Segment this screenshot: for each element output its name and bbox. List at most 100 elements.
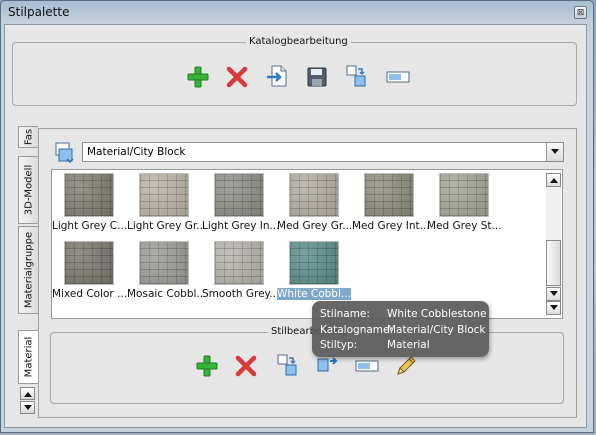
- style-info-tooltip: Stilname: White Cobblestone Katalogname:M…: [312, 301, 489, 357]
- tooltip-key: Katalogname:: [320, 324, 394, 336]
- tab-3d-model[interactable]: 3D-Modell: [18, 156, 38, 224]
- catalog-import-button[interactable]: [264, 63, 290, 89]
- add-icon: [187, 66, 209, 88]
- material-item-label: Med Grey Int...: [352, 220, 428, 232]
- tooltip-value: White Cobblestone: [387, 308, 487, 320]
- grid-scroll-thumb[interactable]: [546, 240, 561, 286]
- tooltip-row-stiltyp: Stiltyp: Material: [320, 339, 430, 351]
- material-item[interactable]: Smooth Grey...: [202, 241, 278, 307]
- style-add-button[interactable]: [194, 353, 220, 379]
- rename-icon: [355, 355, 379, 377]
- close-button[interactable]: ⊠: [574, 6, 587, 19]
- material-swatch: [289, 241, 339, 285]
- style-copy-button[interactable]: [274, 352, 300, 378]
- tab-fas-label: Fas: [23, 128, 34, 146]
- material-swatch: [364, 173, 414, 217]
- delete-icon: [235, 355, 257, 377]
- add-icon: [196, 355, 218, 377]
- material-item-label-text: White Cobbl...: [277, 288, 351, 300]
- tab-scroll-down-button[interactable]: [20, 401, 35, 414]
- catalog-rename-button[interactable]: [385, 64, 411, 90]
- catalog-edit-group: [12, 42, 577, 106]
- material-item[interactable]: Mixed Color ...: [52, 241, 127, 307]
- material-item-label: Light Grey C...: [52, 220, 128, 232]
- triangle-up-icon: [23, 391, 32, 397]
- material-item-label: Smooth Grey...: [202, 288, 278, 300]
- tab-material-group-label: Materialgruppe: [23, 231, 34, 309]
- material-item-label: Med Grey Gr...: [277, 220, 353, 232]
- tooltip-row-stilname: Stilname: White Cobblestone: [320, 308, 486, 320]
- grid-vertical-scrollbar[interactable]: [546, 173, 561, 315]
- rename-icon: [386, 66, 410, 88]
- tooltip-row-katalogname: Katalogname:Material/City Block: [320, 324, 486, 336]
- grid-scroll-end-button[interactable]: [546, 301, 561, 315]
- material-item-label-text: Mixed Color ...: [52, 288, 128, 300]
- material-item-label-text: Light Grey In...: [202, 220, 278, 232]
- material-item-label-text: Light Grey C...: [52, 220, 128, 232]
- material-item-label-text: Light Grey Gr...: [127, 220, 203, 232]
- material-item[interactable]: Med Grey Int...: [352, 173, 428, 239]
- material-item-label: Med Grey St...: [427, 220, 503, 232]
- material-swatch: [289, 173, 339, 217]
- material-item-label-text: Med Grey Int...: [352, 220, 428, 232]
- tab-fas[interactable]: Fas: [18, 126, 38, 148]
- material-item-label: Mosaic Cobbl...: [127, 288, 203, 300]
- tooltip-value: Material: [387, 339, 430, 351]
- material-item-label: Mixed Color ...: [52, 288, 128, 300]
- copy-style-icon: [275, 353, 299, 377]
- material-swatch: [214, 241, 264, 285]
- material-swatch: [139, 241, 189, 285]
- material-item-label-text: Smooth Grey...: [202, 288, 278, 300]
- material-swatch: [64, 241, 114, 285]
- window-title: Stilpalette: [8, 5, 70, 19]
- material-item[interactable]: Med Grey St...: [427, 173, 502, 239]
- triangle-down-icon: [549, 305, 558, 311]
- tooltip-key: Stiltyp:: [320, 339, 358, 351]
- catalog-folder-icon: [53, 141, 75, 163]
- tab-material-group[interactable]: Materialgruppe: [18, 226, 38, 314]
- style-delete-button[interactable]: [233, 353, 259, 379]
- material-item-label-text: Mosaic Cobbl...: [127, 288, 203, 300]
- material-item[interactable]: Mosaic Cobbl...: [127, 241, 203, 307]
- tab-3d-model-label: 3D-Modell: [23, 164, 34, 216]
- grid-scroll-down-button[interactable]: [546, 287, 561, 301]
- chevron-down-icon: [551, 149, 559, 155]
- material-item[interactable]: Light Grey Gr...: [127, 173, 203, 239]
- triangle-up-icon: [549, 177, 558, 183]
- copy-style-icon: [344, 64, 368, 88]
- edit-pencil-icon: [394, 354, 418, 378]
- material-item-label-text: Med Grey Gr...: [277, 220, 353, 232]
- catalog-edit-label: Katalogbearbeitung: [246, 36, 351, 47]
- category-select-value: Material/City Block: [87, 146, 186, 158]
- material-item-label: White Cobbl...: [277, 288, 353, 300]
- material-swatch: [64, 173, 114, 217]
- catalog-add-button[interactable]: [185, 64, 211, 90]
- catalog-browse-button[interactable]: [53, 141, 75, 163]
- import-icon: [266, 64, 288, 88]
- triangle-down-icon: [549, 291, 558, 297]
- material-item-label-text: Med Grey St...: [427, 220, 502, 232]
- catalog-save-button[interactable]: [304, 64, 330, 90]
- tooltip-key: Stilname:: [320, 308, 370, 320]
- material-item-label: Light Grey Gr...: [127, 220, 203, 232]
- save-icon: [306, 66, 328, 88]
- tab-scroll-up-button[interactable]: [20, 387, 35, 400]
- material-item[interactable]: White Cobbl...: [277, 241, 352, 307]
- triangle-down-icon: [23, 404, 32, 411]
- tooltip-value: Material/City Block: [387, 324, 486, 336]
- tab-material[interactable]: Material: [18, 330, 38, 384]
- grid-scroll-up-button[interactable]: [546, 173, 561, 187]
- material-item[interactable]: Light Grey In...: [202, 173, 278, 239]
- title-bar[interactable]: Stilpalette ⊠: [1, 1, 593, 25]
- category-select[interactable]: Material/City Block: [82, 142, 564, 162]
- material-item[interactable]: Med Grey Gr...: [277, 173, 352, 239]
- material-item-label: Light Grey In...: [202, 220, 278, 232]
- tab-material-label: Material: [23, 336, 34, 378]
- catalog-copy-button[interactable]: [343, 63, 369, 89]
- catalog-delete-button[interactable]: [224, 64, 250, 90]
- material-swatch: [439, 173, 489, 217]
- category-dropdown-button[interactable]: [546, 143, 563, 161]
- material-swatch: [214, 173, 264, 217]
- material-item[interactable]: Light Grey C...: [52, 173, 127, 239]
- material-swatch: [139, 173, 189, 217]
